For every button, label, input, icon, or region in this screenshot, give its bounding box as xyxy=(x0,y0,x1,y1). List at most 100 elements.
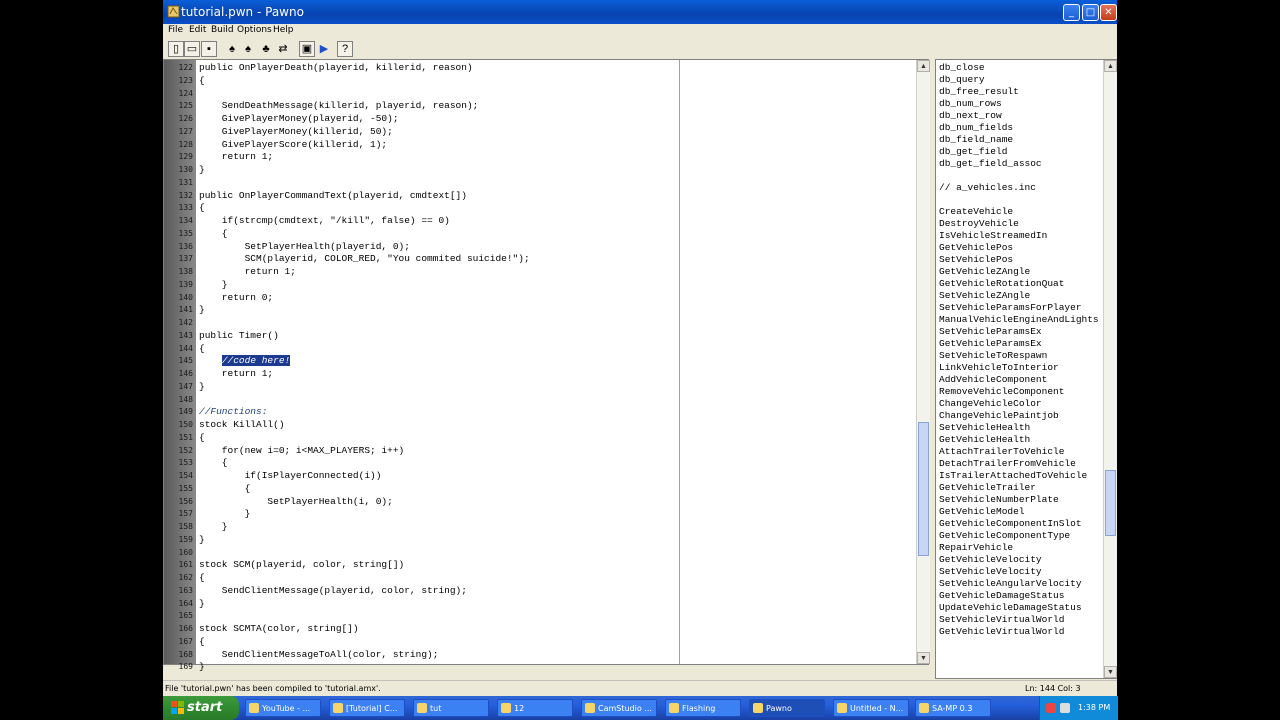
code-line[interactable]: 129 return 1; xyxy=(164,150,930,163)
code-line[interactable]: 165 xyxy=(164,609,930,622)
code-line[interactable]: 163 SendClientMessage(playerid, color, s… xyxy=(164,584,930,597)
code-line[interactable]: 133 { xyxy=(164,201,930,214)
menu-help[interactable]: Help xyxy=(273,25,294,35)
code-line[interactable]: 158 } xyxy=(164,520,930,533)
function-list-item[interactable]: db_query xyxy=(939,74,985,85)
code-line[interactable]: 126 GivePlayerMoney(playerid, -50); xyxy=(164,112,930,125)
taskbar-button[interactable]: tut xyxy=(413,699,489,717)
code-line[interactable]: 145 //code here! xyxy=(164,354,930,367)
code-line[interactable]: 154 if(IsPlayerConnected(i)) xyxy=(164,469,930,482)
menu-build[interactable]: Build xyxy=(211,25,234,35)
function-list-item[interactable]: db_num_fields xyxy=(939,122,1013,133)
code-line[interactable]: 123 { xyxy=(164,74,930,87)
function-list-item[interactable]: GetVehicleComponentType xyxy=(939,530,1070,541)
taskbar-button[interactable]: Flashing xyxy=(665,699,741,717)
open-folder-icon[interactable]: ▭ xyxy=(184,41,200,57)
code-line[interactable]: 167 { xyxy=(164,635,930,648)
function-list-item[interactable]: SetVehicleVelocity xyxy=(939,566,1042,577)
function-list-item[interactable]: GetVehicleVirtualWorld xyxy=(939,626,1064,637)
code-line[interactable]: 146 return 1; xyxy=(164,367,930,380)
code-line[interactable]: 162 { xyxy=(164,571,930,584)
code-line[interactable]: 147} xyxy=(164,380,930,393)
function-list-item[interactable]: LinkVehicleToInterior xyxy=(939,362,1059,373)
code-line[interactable]: 132 public OnPlayerCommandText(playerid, … xyxy=(164,189,930,202)
code-line[interactable]: 148 xyxy=(164,393,930,406)
function-list-item[interactable]: db_num_rows xyxy=(939,98,1002,109)
code-line[interactable]: 143 public Timer() xyxy=(164,329,930,342)
scroll-up-arrow-icon[interactable]: ▲ xyxy=(917,60,930,72)
function-list-item[interactable]: GetVehicleVelocity xyxy=(939,554,1042,565)
function-list-item[interactable]: IsTrailerAttachedToVehicle xyxy=(939,470,1087,481)
function-list-panel[interactable]: db_close db_query db_free_result db_num_row… xyxy=(935,59,1117,679)
code-line[interactable]: 141} xyxy=(164,303,930,316)
function-list-item[interactable]: UpdateVehicleDamageStatus xyxy=(939,602,1082,613)
function-list-item[interactable]: GetVehicleModel xyxy=(939,506,1025,517)
function-list-item[interactable]: GetVehicleComponentInSlot xyxy=(939,518,1082,529)
function-list-item[interactable]: SetVehicleNumberPlate xyxy=(939,494,1059,505)
editor-vertical-scrollbar[interactable]: ▲ ▼ xyxy=(916,60,930,664)
save-icon[interactable]: ▪ xyxy=(201,41,217,57)
function-list-item[interactable]: db_get_field xyxy=(939,146,1007,157)
code-line[interactable]: 153 { xyxy=(164,456,930,469)
function-list-item[interactable]: SetVehicleParamsForPlayer xyxy=(939,302,1082,313)
replace-icon[interactable]: ♣ xyxy=(258,41,274,57)
function-list-item[interactable]: db_field_name xyxy=(939,134,1013,145)
code-line[interactable]: 127 GivePlayerMoney(killerid, 50); xyxy=(164,125,930,138)
function-list-item[interactable]: db_close xyxy=(939,62,985,73)
code-line[interactable]: 159} xyxy=(164,533,930,546)
function-list-item[interactable]: IsVehicleStreamedIn xyxy=(939,230,1047,241)
code-line[interactable]: 130} xyxy=(164,163,930,176)
function-list-item[interactable]: DetachTrailerFromVehicle xyxy=(939,458,1076,469)
code-line[interactable]: 128 GivePlayerScore(killerid, 1); xyxy=(164,138,930,151)
help-icon[interactable]: ? xyxy=(337,41,353,57)
function-list-item[interactable]: db_free_result xyxy=(939,86,1019,97)
function-list-item[interactable]: RepairVehicle xyxy=(939,542,1013,553)
compile-icon[interactable]: ▣ xyxy=(299,41,315,57)
code-line[interactable]: 166 stock SCMTA(color, string[]) xyxy=(164,622,930,635)
code-line[interactable]: 142 xyxy=(164,316,930,329)
function-list-item[interactable]: ManualVehicleEngineAndLights xyxy=(939,314,1099,325)
code-line[interactable]: 164} xyxy=(164,597,930,610)
code-line[interactable]: 140 return 0; xyxy=(164,291,930,304)
code-line[interactable]: 156 SetPlayerHealth(i, 0); xyxy=(164,495,930,508)
function-list-item[interactable]: GetVehicleHealth xyxy=(939,434,1030,445)
code-line[interactable]: 149 //Functions: xyxy=(164,405,930,418)
function-list-item[interactable]: DestroyVehicle xyxy=(939,218,1019,229)
function-list-item[interactable]: ChangeVehiclePaintjob xyxy=(939,410,1059,421)
function-list-item[interactable]: AttachTrailerToVehicle xyxy=(939,446,1064,457)
code-line[interactable]: 155 { xyxy=(164,482,930,495)
code-line[interactable]: 139 } xyxy=(164,278,930,291)
menu-options[interactable]: Options xyxy=(237,25,272,35)
code-line[interactable]: 134 if(strcmp(cmdtext, "/kill", false) =… xyxy=(164,214,930,227)
taskbar-button[interactable]: CamStudio ... xyxy=(581,699,657,717)
taskbar-button[interactable]: YouTube - ... xyxy=(245,699,321,717)
code-line[interactable]: 169} xyxy=(164,660,930,673)
function-list-scrollbar[interactable]: ▲ ▼ xyxy=(1103,60,1117,678)
find-next-icon[interactable]: ♠ xyxy=(240,41,256,57)
function-list-item[interactable]: // a_vehicles.inc xyxy=(939,182,1036,193)
function-list-item[interactable]: SetVehicleZAngle xyxy=(939,290,1030,301)
function-list-item[interactable]: SetVehicleVirtualWorld xyxy=(939,614,1064,625)
function-list-item[interactable]: GetVehicleRotationQuat xyxy=(939,278,1064,289)
minimize-button[interactable]: _ xyxy=(1063,4,1080,21)
function-list-item[interactable]: SetVehicleAngularVelocity xyxy=(939,578,1082,589)
editor-scroll-thumb[interactable] xyxy=(918,422,929,556)
tray-icon[interactable] xyxy=(1060,703,1070,713)
code-line[interactable]: 168 SendClientMessageToAll(color, string… xyxy=(164,648,930,661)
title-bar[interactable]: tutorial.pwn - Pawno _ □ ✕ xyxy=(163,0,1117,24)
taskbar-button[interactable]: SA-MP 0.3 xyxy=(915,699,991,717)
function-list-item[interactable]: SetVehicleParamsEx xyxy=(939,326,1042,337)
menu-edit[interactable]: Edit xyxy=(189,25,206,35)
function-list-item[interactable]: SetVehicleHealth xyxy=(939,422,1030,433)
fn-scroll-down-arrow-icon[interactable]: ▼ xyxy=(1104,666,1117,678)
function-list-item[interactable]: SetVehiclePos xyxy=(939,254,1013,265)
taskbar-button[interactable]: [Tutorial] C... xyxy=(329,699,405,717)
function-list-item[interactable]: GetVehiclePos xyxy=(939,242,1013,253)
function-list-item[interactable]: AddVehicleComponent xyxy=(939,374,1047,385)
code-line[interactable]: 157 } xyxy=(164,507,930,520)
taskbar-button[interactable]: 12 xyxy=(497,699,573,717)
code-line[interactable]: 138 return 1; xyxy=(164,265,930,278)
code-line[interactable]: 160 xyxy=(164,546,930,559)
function-list-item[interactable]: RemoveVehicleComponent xyxy=(939,386,1064,397)
maximize-button[interactable]: □ xyxy=(1082,4,1099,21)
